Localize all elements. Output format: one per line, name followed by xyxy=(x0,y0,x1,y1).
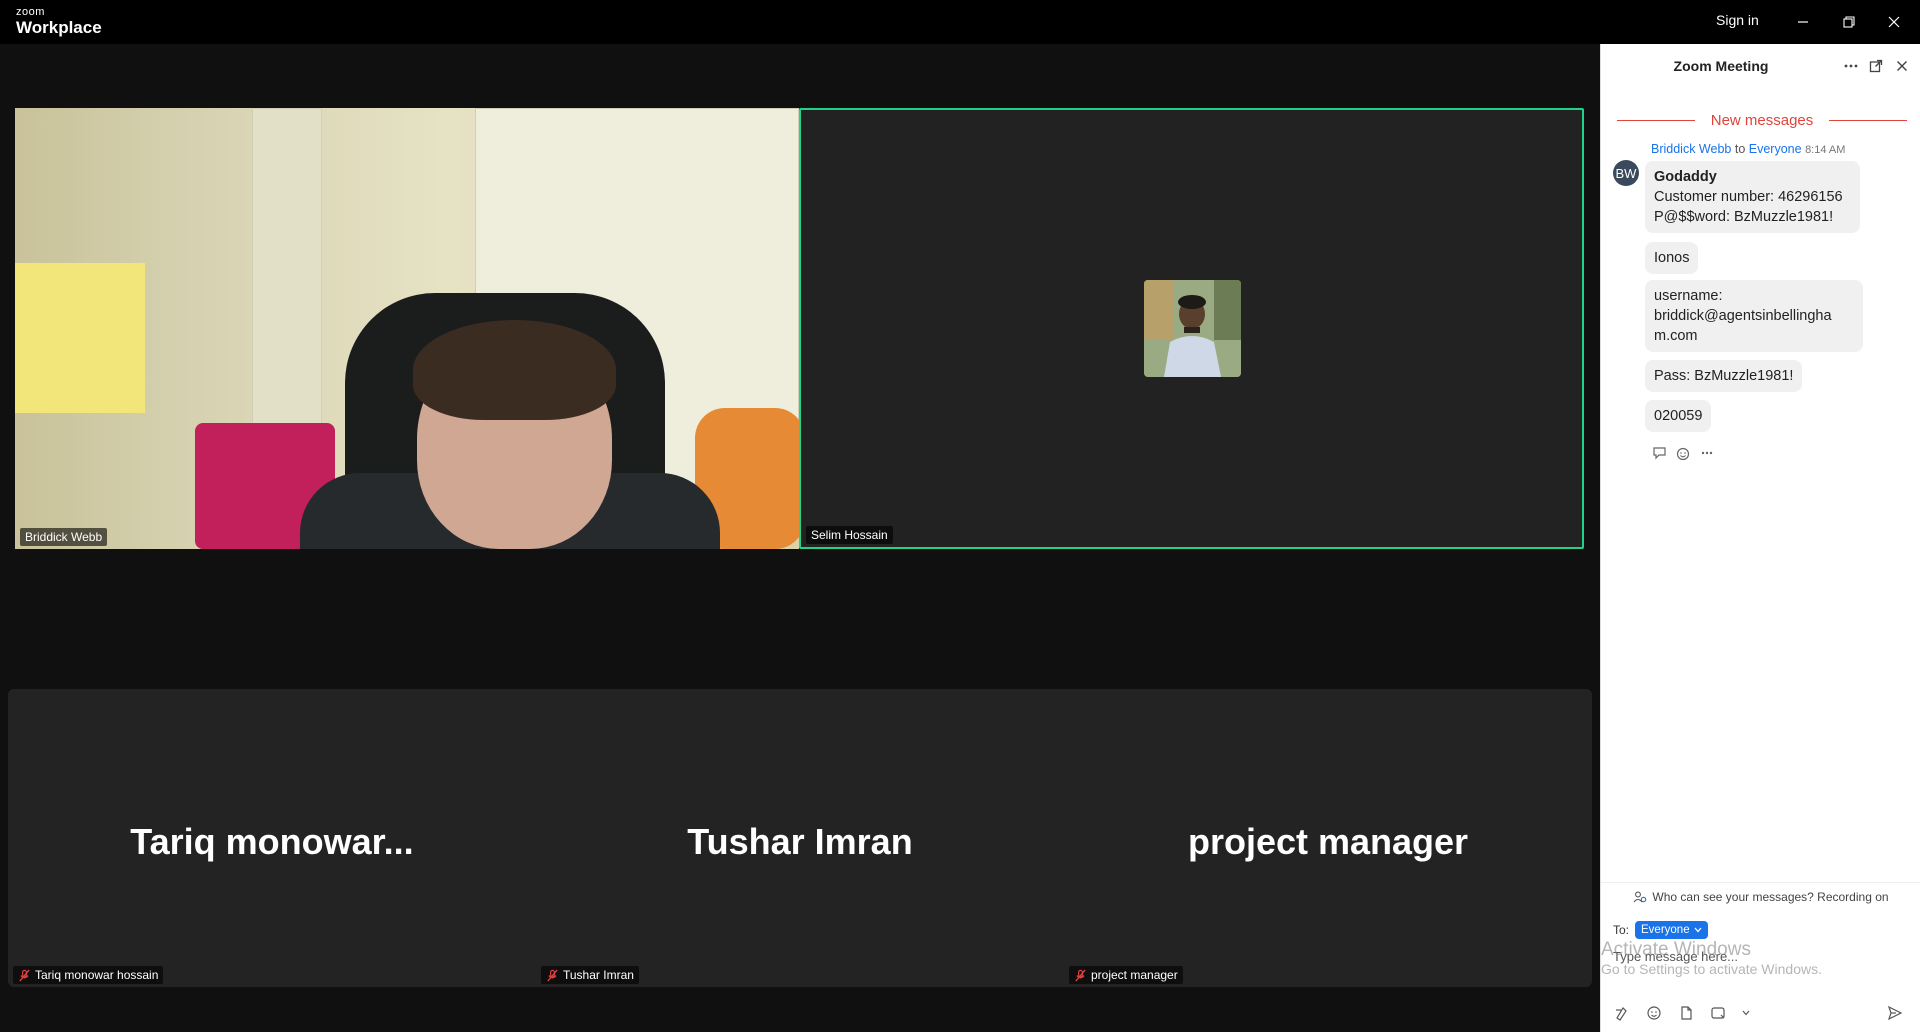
new-messages-divider: New messages xyxy=(1617,112,1908,129)
title-bar: zoom Workplace Sign in xyxy=(0,0,1920,44)
message-input[interactable] xyxy=(1613,944,1909,968)
video-stage: Briddick Webb Selim Hossain Tariq monowa… xyxy=(0,44,1600,1032)
privacy-notice[interactable]: Who can see your messages? Recording on xyxy=(1601,882,1920,910)
message-line: P@$$word: BzMuzzle1981! xyxy=(1654,209,1834,225)
participant-name: Tariq monowar hossain xyxy=(35,968,159,982)
message-line: Pass: BzMuzzle1981! xyxy=(1654,368,1794,384)
participant-name-tag: Briddick Webb xyxy=(20,528,108,546)
participant-name-tag: project manager xyxy=(1069,966,1183,984)
recipient-dropdown[interactable]: Everyone xyxy=(1635,921,1708,939)
participant-name-tag: Tariq monowar hossain xyxy=(13,966,164,984)
logo-small-text: zoom xyxy=(16,6,45,18)
logo-big-text: Workplace xyxy=(16,18,102,37)
participant-tile-tariq[interactable]: Tariq monowar... Tariq monowar hossain xyxy=(8,689,536,987)
privacy-notice-text: Who can see your messages? Recording on xyxy=(1652,889,1889,904)
video-tile-selim-hossain[interactable]: Selim Hossain xyxy=(799,108,1584,549)
message-title: Godaddy xyxy=(1654,169,1717,185)
chat-title: Zoom Meeting xyxy=(1673,58,1769,74)
chevron-down-icon xyxy=(1694,927,1702,933)
participant-tile-project-manager[interactable]: project manager project manager xyxy=(1064,689,1592,987)
message-line: username: xyxy=(1654,288,1723,304)
profile-photo xyxy=(1144,280,1241,377)
mic-muted-icon xyxy=(19,969,30,981)
recipient-link[interactable]: Everyone xyxy=(1749,142,1802,156)
file-attach-icon[interactable] xyxy=(1677,1004,1695,1022)
participant-name: Briddick Webb xyxy=(25,530,103,544)
chat-header: Zoom Meeting xyxy=(1601,44,1920,88)
chat-message[interactable]: Godaddy Customer number: 46296156 P@$$wo… xyxy=(1645,161,1860,233)
mic-muted-icon xyxy=(1075,969,1086,981)
divider-line xyxy=(1829,120,1908,121)
participant-name: Selim Hossain xyxy=(811,528,888,542)
message-time: 8:14 AM xyxy=(1805,144,1846,156)
message-line: Ionos xyxy=(1654,250,1690,266)
emoji-reaction-icon[interactable] xyxy=(1675,445,1691,461)
message-line: Customer number: 46296156 xyxy=(1654,189,1843,205)
avatar[interactable]: BW xyxy=(1613,160,1639,186)
chat-message[interactable]: 020059 xyxy=(1645,400,1712,432)
message-line: 020059 xyxy=(1654,408,1703,424)
close-icon[interactable] xyxy=(1881,9,1907,35)
to-label: To: xyxy=(1613,923,1630,937)
minimize-icon[interactable] xyxy=(1790,9,1816,35)
zoom-app-window: zoom Workplace Sign in Briddick Webb Sel… xyxy=(0,0,1920,1032)
chevron-down-icon[interactable] xyxy=(1741,1004,1751,1022)
chat-panel: Zoom Meeting New messages Briddick Webb … xyxy=(1600,44,1920,1032)
participant-name-tag: Tushar Imran xyxy=(541,966,639,984)
chat-message[interactable]: username: briddick@agentsinbellingha m.c… xyxy=(1645,280,1863,352)
participant-display-name: Tariq monowar... xyxy=(130,821,414,862)
message-header: Briddick Webb to Everyone 8:14 AM xyxy=(1651,142,1845,156)
participants-strip: Tariq monowar... Tariq monowar hossain T… xyxy=(8,689,1592,987)
chat-message[interactable]: Ionos xyxy=(1645,242,1699,274)
more-actions-icon[interactable] xyxy=(1699,445,1715,461)
person-hair xyxy=(413,320,616,420)
participant-name: Tushar Imran xyxy=(563,968,634,982)
participant-display-name: project manager xyxy=(1187,821,1469,862)
recipient-row: To: Everyone xyxy=(1613,921,1708,939)
scene-papers xyxy=(15,263,145,413)
participant-name: project manager xyxy=(1091,968,1178,982)
reply-icon[interactable] xyxy=(1651,445,1667,461)
divider-line xyxy=(1617,120,1695,121)
restore-icon[interactable] xyxy=(1836,9,1862,35)
participant-display-name: Tushar Imran xyxy=(687,821,913,862)
video-tile-briddick-webb[interactable]: Briddick Webb xyxy=(15,108,799,549)
emoji-icon[interactable] xyxy=(1645,1004,1663,1022)
sender-name-link[interactable]: Briddick Webb xyxy=(1651,142,1731,156)
chat-message[interactable]: Pass: BzMuzzle1981! xyxy=(1645,360,1803,392)
to-word: to xyxy=(1734,142,1746,156)
camera-feed xyxy=(15,108,799,549)
message-actions xyxy=(1651,445,1715,461)
recipient-value: Everyone xyxy=(1641,924,1690,936)
close-chat-icon[interactable] xyxy=(1893,57,1911,75)
message-line: m.com xyxy=(1654,328,1698,344)
new-messages-label: New messages xyxy=(1710,112,1814,129)
sign-in-link[interactable]: Sign in xyxy=(1716,12,1759,28)
participant-name-tag: Selim Hossain xyxy=(806,526,893,544)
send-icon[interactable] xyxy=(1883,1001,1907,1025)
screenshot-icon[interactable] xyxy=(1709,1004,1727,1022)
people-icon xyxy=(1633,891,1647,902)
more-options-icon[interactable] xyxy=(1842,57,1860,75)
zoom-workplace-logo: zoom Workplace xyxy=(16,6,102,37)
format-text-icon[interactable] xyxy=(1613,1004,1631,1022)
composer-toolbar xyxy=(1613,1004,1909,1022)
mic-muted-icon xyxy=(547,969,558,981)
message-line: briddick@agentsinbellingha xyxy=(1654,308,1832,324)
participant-tile-tushar[interactable]: Tushar Imran Tushar Imran xyxy=(536,689,1064,987)
pop-out-icon[interactable] xyxy=(1867,57,1885,75)
